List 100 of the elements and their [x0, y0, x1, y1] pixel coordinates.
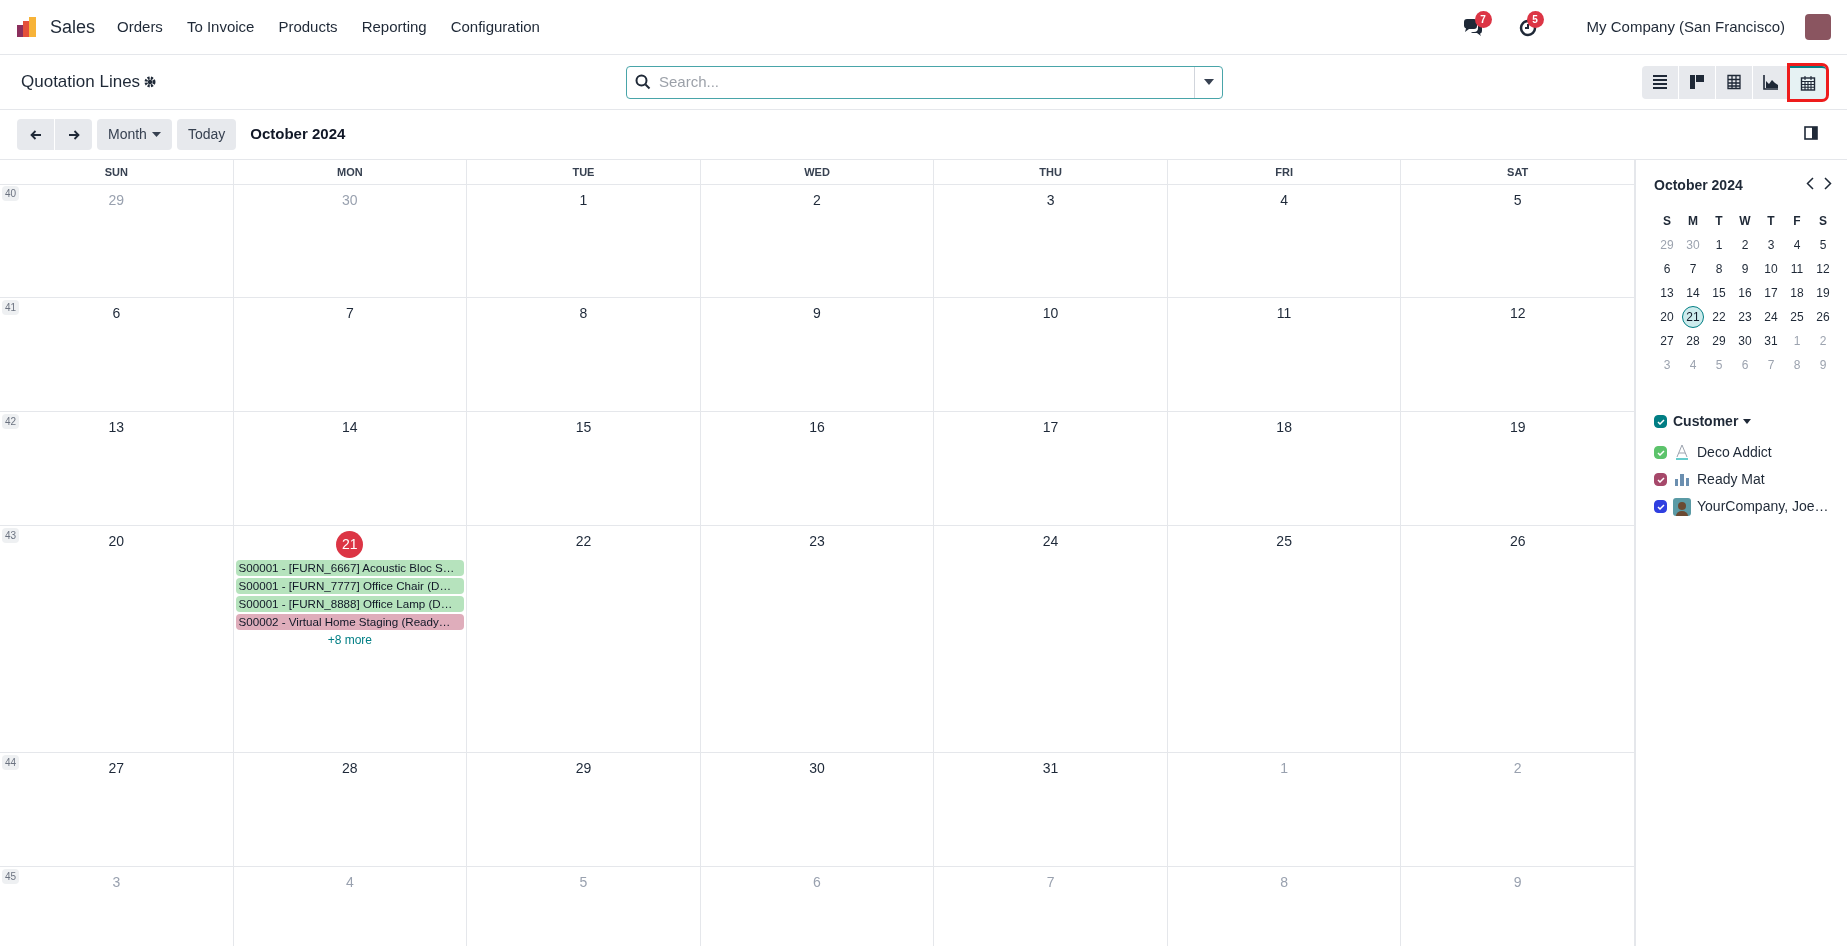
day-number[interactable]: 4: [1280, 190, 1289, 217]
day-number[interactable]: 10: [1042, 303, 1059, 330]
mini-calendar-day[interactable]: 25: [1786, 306, 1808, 328]
mini-calendar-day[interactable]: 2: [1734, 234, 1756, 256]
day-number[interactable]: 27: [108, 758, 125, 785]
mini-calendar-day[interactable]: 30: [1734, 330, 1756, 352]
day-number[interactable]: 16: [809, 417, 825, 444]
checkbox[interactable]: [1654, 473, 1667, 486]
mini-calendar-day[interactable]: 31: [1760, 330, 1782, 352]
day-number[interactable]: 2: [813, 190, 821, 217]
day-number[interactable]: 21: [336, 531, 364, 558]
day-number[interactable]: 12: [1509, 303, 1526, 330]
mini-calendar-day[interactable]: 17: [1760, 282, 1782, 304]
mini-calendar-day[interactable]: 11: [1786, 258, 1808, 280]
previous-button[interactable]: [17, 119, 54, 150]
day-number[interactable]: 5: [1513, 190, 1522, 217]
day-number[interactable]: 28: [342, 758, 358, 785]
day-number[interactable]: 14: [342, 417, 358, 444]
weekday-header: FRI: [1275, 164, 1293, 180]
mini-calendar-day[interactable]: 16: [1734, 282, 1756, 304]
check-icon: [1656, 449, 1665, 456]
day-number[interactable]: 3: [1046, 190, 1055, 217]
mini-calendar-day[interactable]: 13: [1656, 282, 1678, 304]
view-switch-button[interactable]: [1642, 65, 1678, 99]
mini-calendar-day[interactable]: 6: [1656, 258, 1678, 280]
checkbox[interactable]: [1654, 446, 1667, 459]
day-number[interactable]: 8: [579, 303, 588, 330]
day-number[interactable]: 9: [813, 303, 821, 330]
filter-title[interactable]: Customer: [1673, 411, 1752, 432]
mini-calendar-day[interactable]: 8: [1708, 258, 1730, 280]
arrow-left-icon: [29, 129, 42, 140]
mini-calendar-day[interactable]: 4: [1786, 234, 1808, 256]
search-icon: [635, 74, 651, 90]
menu-item[interactable]: Reporting: [351, 15, 437, 39]
menu-item[interactable]: Products: [268, 15, 348, 39]
company-switcher[interactable]: My Company (San Francisco): [1586, 15, 1785, 39]
mini-calendar-day[interactable]: 23: [1734, 306, 1756, 328]
search-bar[interactable]: Search...: [626, 65, 1223, 99]
mini-calendar-day[interactable]: 9: [1734, 258, 1756, 280]
more-events-link[interactable]: +8 more: [327, 631, 373, 649]
mini-calendar-day[interactable]: 19: [1812, 282, 1834, 304]
checkbox[interactable]: [1654, 415, 1667, 428]
day-number[interactable]: 20: [108, 531, 125, 558]
day-number[interactable]: 18: [1276, 417, 1292, 444]
day-number[interactable]: 6: [112, 303, 121, 330]
menu-item[interactable]: To Invoice: [176, 15, 265, 39]
mini-calendar-day[interactable]: 15: [1708, 282, 1730, 304]
day-number[interactable]: 7: [345, 303, 354, 330]
day-number[interactable]: 24: [1042, 531, 1059, 558]
day-number[interactable]: 19: [1509, 417, 1526, 444]
day-number[interactable]: 30: [809, 758, 825, 785]
app-name[interactable]: Sales: [42, 13, 104, 41]
weekday-header: MON: [337, 164, 363, 180]
mini-calendar-day[interactable]: 18: [1786, 282, 1808, 304]
day-number[interactable]: 22: [575, 531, 592, 558]
search-field[interactable]: Search...: [651, 70, 1194, 94]
mini-calendar-day[interactable]: 29: [1708, 330, 1730, 352]
day-number[interactable]: 29: [575, 758, 592, 785]
day-number[interactable]: 25: [1276, 531, 1292, 558]
calendar-event[interactable]: S00001 - [FURN_6667] Acoustic Bloc S…: [235, 560, 465, 576]
mini-calendar-day[interactable]: 14: [1682, 282, 1704, 304]
next-button[interactable]: [55, 119, 92, 150]
mini-calendar-day[interactable]: 12: [1812, 258, 1834, 280]
mini-calendar-day[interactable]: 7: [1682, 258, 1704, 280]
mini-calendar-day[interactable]: 27: [1656, 330, 1678, 352]
checkbox[interactable]: [1654, 500, 1667, 513]
view-switch-button[interactable]: [1716, 65, 1752, 99]
mini-calendar-day[interactable]: 22: [1708, 306, 1730, 328]
messages-button[interactable]: 7: [1462, 10, 1495, 44]
activities-button[interactable]: 5: [1518, 10, 1547, 44]
menu-item[interactable]: Configuration: [440, 15, 550, 39]
mini-calendar-day[interactable]: 24: [1760, 306, 1782, 328]
day-number[interactable]: 11: [1276, 303, 1292, 330]
day-number[interactable]: 13: [108, 417, 125, 444]
view-switch-button[interactable]: [1753, 65, 1789, 99]
day-number[interactable]: 1: [579, 190, 588, 217]
day-number[interactable]: 23: [809, 531, 825, 558]
day-number[interactable]: 15: [575, 417, 592, 444]
scale-dropdown[interactable]: Month: [97, 119, 172, 150]
view-switch-button[interactable]: [1679, 65, 1715, 99]
count-badge: 7: [1474, 10, 1492, 28]
menu-item[interactable]: Orders: [107, 15, 173, 39]
calendar-event[interactable]: S00001 - [FURN_7777] Office Chair (D…: [235, 578, 465, 594]
mini-calendar-day[interactable]: 10: [1760, 258, 1782, 280]
day-number[interactable]: 17: [1042, 417, 1059, 444]
view-switch-button[interactable]: [1790, 65, 1826, 99]
calendar-event[interactable]: S00001 - [FURN_8888] Office Lamp (D…: [235, 596, 465, 612]
mini-calendar-day[interactable]: 26: [1812, 306, 1834, 328]
mini-calendar-day[interactable]: 20: [1656, 306, 1678, 328]
filter-label: Deco Addict: [1697, 443, 1772, 462]
mini-calendar-day[interactable]: 5: [1812, 234, 1834, 256]
calendar-event[interactable]: S00002 - Virtual Home Staging (Ready…: [235, 614, 465, 630]
mini-calendar-day[interactable]: 21: [1682, 306, 1704, 328]
mini-calendar-day[interactable]: 1: [1708, 234, 1730, 256]
day-number[interactable]: 31: [1042, 758, 1059, 785]
mini-calendar-day[interactable]: 28: [1682, 330, 1704, 352]
week-number: 44: [2, 755, 20, 770]
mini-calendar-day[interactable]: 3: [1760, 234, 1782, 256]
today-button[interactable]: Today: [176, 119, 237, 150]
day-number[interactable]: 26: [1509, 531, 1526, 558]
